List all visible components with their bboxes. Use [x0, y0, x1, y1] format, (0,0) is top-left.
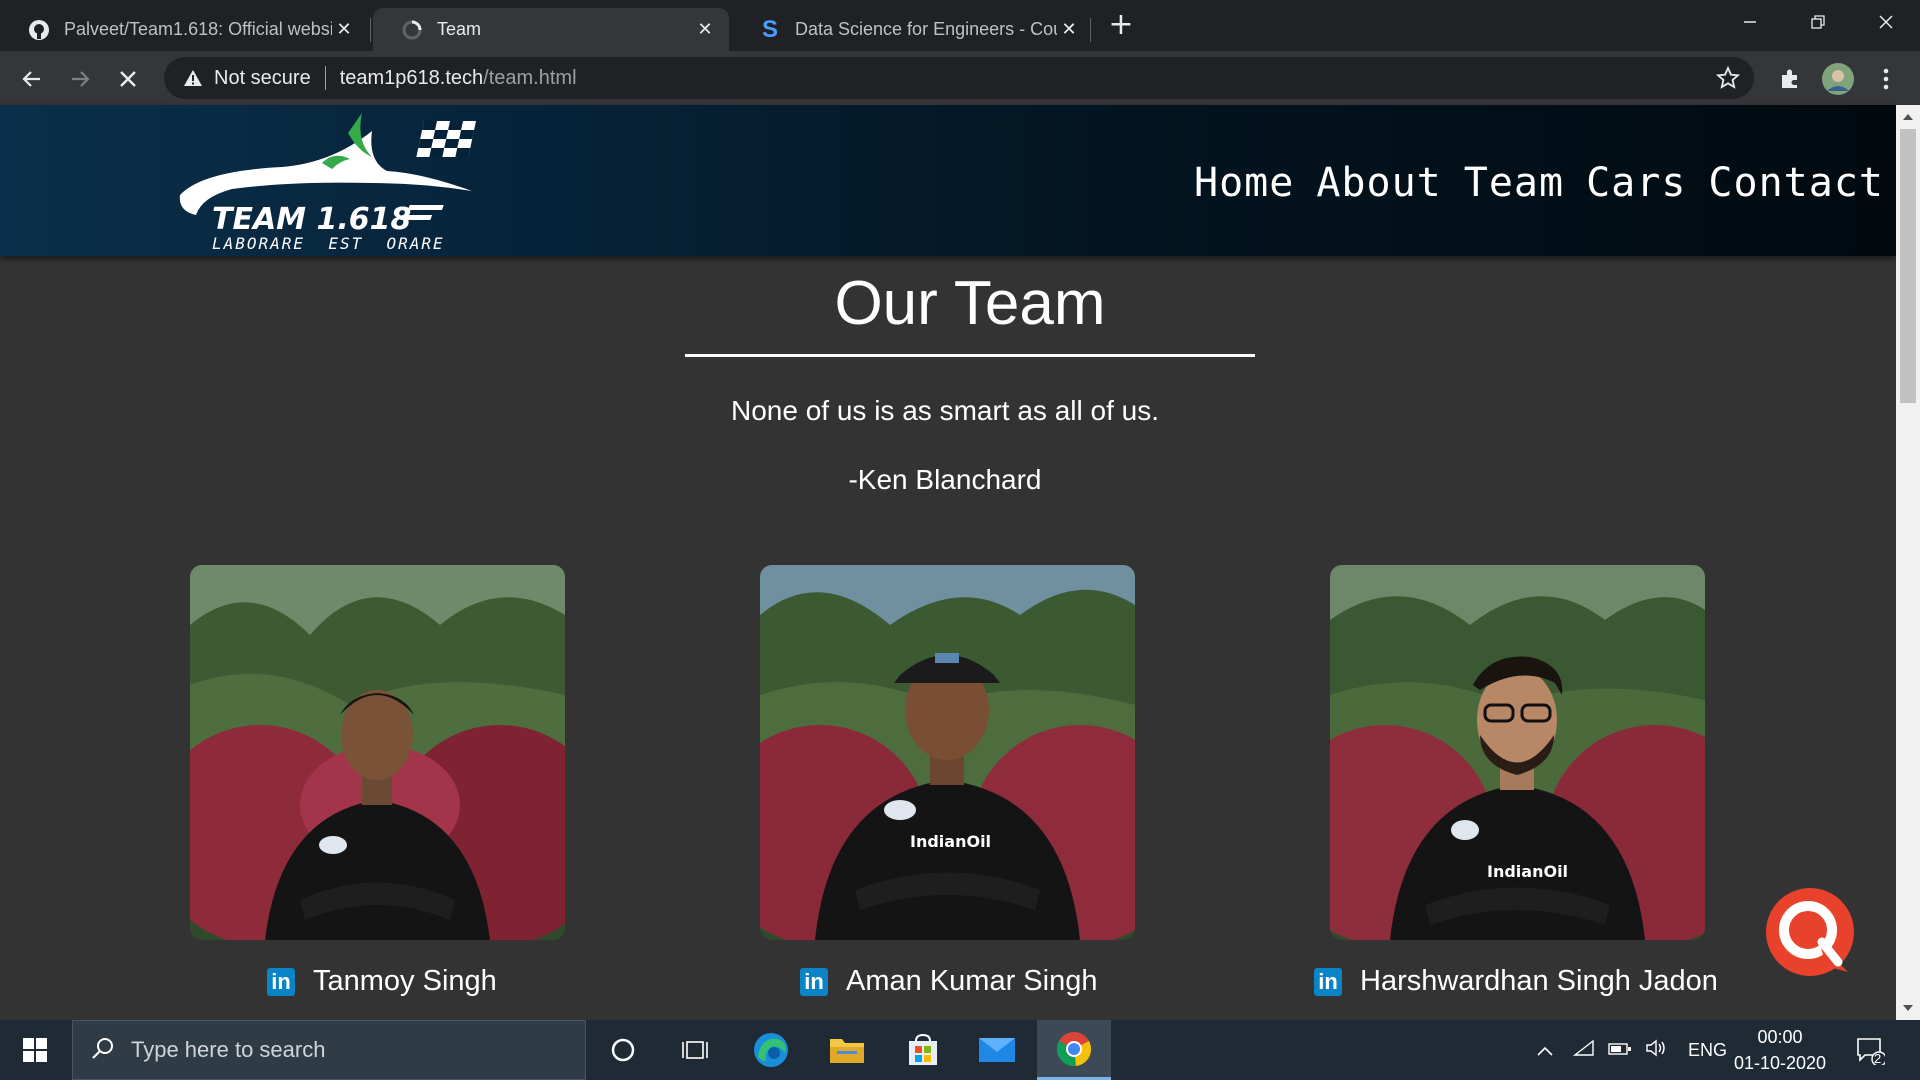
- wifi-icon[interactable]: [1566, 1039, 1602, 1062]
- member-name: Aman Kumar Singh: [846, 965, 1098, 997]
- loading-icon: [401, 19, 423, 41]
- close-tab-icon[interactable]: ✕: [693, 19, 717, 40]
- clock-date: 01-10-2020: [1733, 1053, 1827, 1073]
- close-tab-icon[interactable]: ✕: [1057, 19, 1081, 40]
- windows-taskbar: Type here to search ENG 00:00 01-10-2020…: [0, 1020, 1920, 1080]
- windows-start-button[interactable]: [0, 1020, 70, 1080]
- member-name-row: in Tanmoy Singh: [267, 965, 497, 998]
- team-quote: None of us is as smart as all of us.: [731, 395, 1159, 426]
- page-title: Our Team: [834, 269, 1106, 338]
- github-icon: [28, 19, 50, 41]
- forward-button[interactable]: [60, 59, 100, 99]
- member-photo: [190, 565, 565, 940]
- chrome-icon[interactable]: [1037, 1020, 1111, 1080]
- taskbar-search-box[interactable]: Type here to search: [72, 1020, 586, 1080]
- linkedin-icon[interactable]: in: [1314, 967, 1342, 996]
- scroll-up-arrow-icon[interactable]: [1903, 114, 1913, 120]
- logo-motto: LABORARE EST ORARE: [212, 234, 445, 251]
- notification-center-icon[interactable]: 2: [1840, 1020, 1900, 1080]
- skillshare-s-icon: S: [761, 15, 778, 43]
- tray-chevron-up-icon[interactable]: [1530, 1040, 1560, 1061]
- shirt-logo-text: IndianOil: [1487, 862, 1568, 881]
- restore-button[interactable]: [1784, 0, 1852, 44]
- nav-team[interactable]: Team: [1464, 160, 1564, 206]
- back-button[interactable]: [12, 59, 52, 99]
- linkedin-icon[interactable]: in: [800, 967, 828, 996]
- clock-time: 00:00: [1757, 1027, 1803, 1047]
- tab-divider: [1090, 18, 1091, 42]
- nav-about[interactable]: About: [1316, 160, 1441, 206]
- tab-team[interactable]: Team ✕: [373, 8, 729, 51]
- member-name-row: in Aman Kumar Singh: [800, 965, 1097, 998]
- bookmark-star-icon[interactable]: [1715, 65, 1741, 94]
- warning-icon[interactable]: [182, 69, 204, 87]
- microsoft-store-icon[interactable]: [888, 1020, 958, 1080]
- search-icon: [91, 1036, 115, 1064]
- tab-skillshare[interactable]: S Data Science for Engineers - Cou ✕: [731, 8, 1093, 51]
- logo-wordmark: TEAM 1.618: [212, 202, 411, 237]
- address-divider: [324, 66, 326, 90]
- task-view-icon[interactable]: [660, 1020, 730, 1080]
- system-tray: ENG: [1530, 1020, 1727, 1080]
- edge-browser-icon[interactable]: [736, 1020, 806, 1080]
- notification-count-badge: 2: [1874, 1051, 1882, 1066]
- scroll-down-arrow-icon[interactable]: [1903, 1005, 1913, 1011]
- windows-logo-icon: [23, 1038, 47, 1062]
- member-name: Harshwardhan Singh Jadon: [1360, 965, 1718, 997]
- chat-widget-button[interactable]: [1764, 886, 1860, 982]
- member-photo: IndianOil: [760, 565, 1135, 940]
- title-underline: [685, 354, 1255, 357]
- search-placeholder: Type here to search: [131, 1037, 326, 1062]
- linkedin-icon[interactable]: in: [267, 967, 295, 996]
- page-scrollbar[interactable]: [1896, 105, 1920, 1020]
- battery-icon[interactable]: [1602, 1040, 1638, 1061]
- url-host[interactable]: team1p618.tech: [340, 67, 483, 90]
- shirt-logo-text: IndianOil: [910, 832, 991, 851]
- nav-home[interactable]: Home: [1194, 160, 1294, 206]
- url-path[interactable]: /team.html: [483, 67, 576, 90]
- tab-github[interactable]: Palveet/Team1.618: Official websi ✕: [0, 8, 368, 51]
- stop-loading-button[interactable]: [108, 59, 148, 99]
- new-tab-button[interactable]: +: [1106, 10, 1136, 40]
- nav-cars[interactable]: Cars: [1586, 160, 1686, 206]
- nav-contact[interactable]: Contact: [1708, 160, 1884, 206]
- minimize-button[interactable]: [1716, 0, 1784, 44]
- mail-icon[interactable]: [962, 1020, 1032, 1080]
- tab-strip: Palveet/Team1.618: Official websi ✕ Team…: [0, 0, 1920, 51]
- taskbar-clock[interactable]: 00:00 01-10-2020: [1720, 1024, 1840, 1076]
- close-tab-icon[interactable]: ✕: [332, 19, 356, 40]
- file-explorer-icon[interactable]: [812, 1020, 882, 1080]
- volume-icon[interactable]: [1638, 1039, 1674, 1062]
- member-name: Tanmoy Singh: [313, 965, 497, 997]
- tab-divider: [370, 18, 371, 42]
- main-nav: Home About Team Cars Contact: [1194, 160, 1884, 206]
- extensions-puzzle-icon[interactable]: [1770, 59, 1810, 99]
- close-window-button[interactable]: [1852, 0, 1920, 44]
- team-logo[interactable]: TEAM 1.618 LABORARE EST ORARE: [172, 111, 502, 253]
- tab-title: Team: [437, 19, 482, 39]
- member-name-row: in Harshwardhan Singh Jadon: [1314, 965, 1718, 998]
- quote-author: -Ken Blanchard: [848, 464, 1042, 495]
- browser-toolbar: Not secure team1p618.tech /team.html: [0, 51, 1920, 105]
- scrollbar-thumb[interactable]: [1900, 129, 1916, 403]
- site-header: TEAM 1.618 LABORARE EST ORARE Home About…: [0, 105, 1896, 256]
- cortana-circle-icon[interactable]: [588, 1020, 658, 1080]
- menu-kebab-icon[interactable]: [1866, 59, 1906, 99]
- tab-title: Palveet/Team1.618: Official websi: [64, 19, 332, 39]
- security-label[interactable]: Not secure: [214, 67, 311, 90]
- member-photo: IndianOil: [1330, 565, 1705, 940]
- tab-title: Data Science for Engineers - Cou: [795, 19, 1057, 39]
- address-bar[interactable]: Not secure team1p618.tech /team.html: [164, 57, 1754, 99]
- profile-avatar[interactable]: [1818, 59, 1858, 99]
